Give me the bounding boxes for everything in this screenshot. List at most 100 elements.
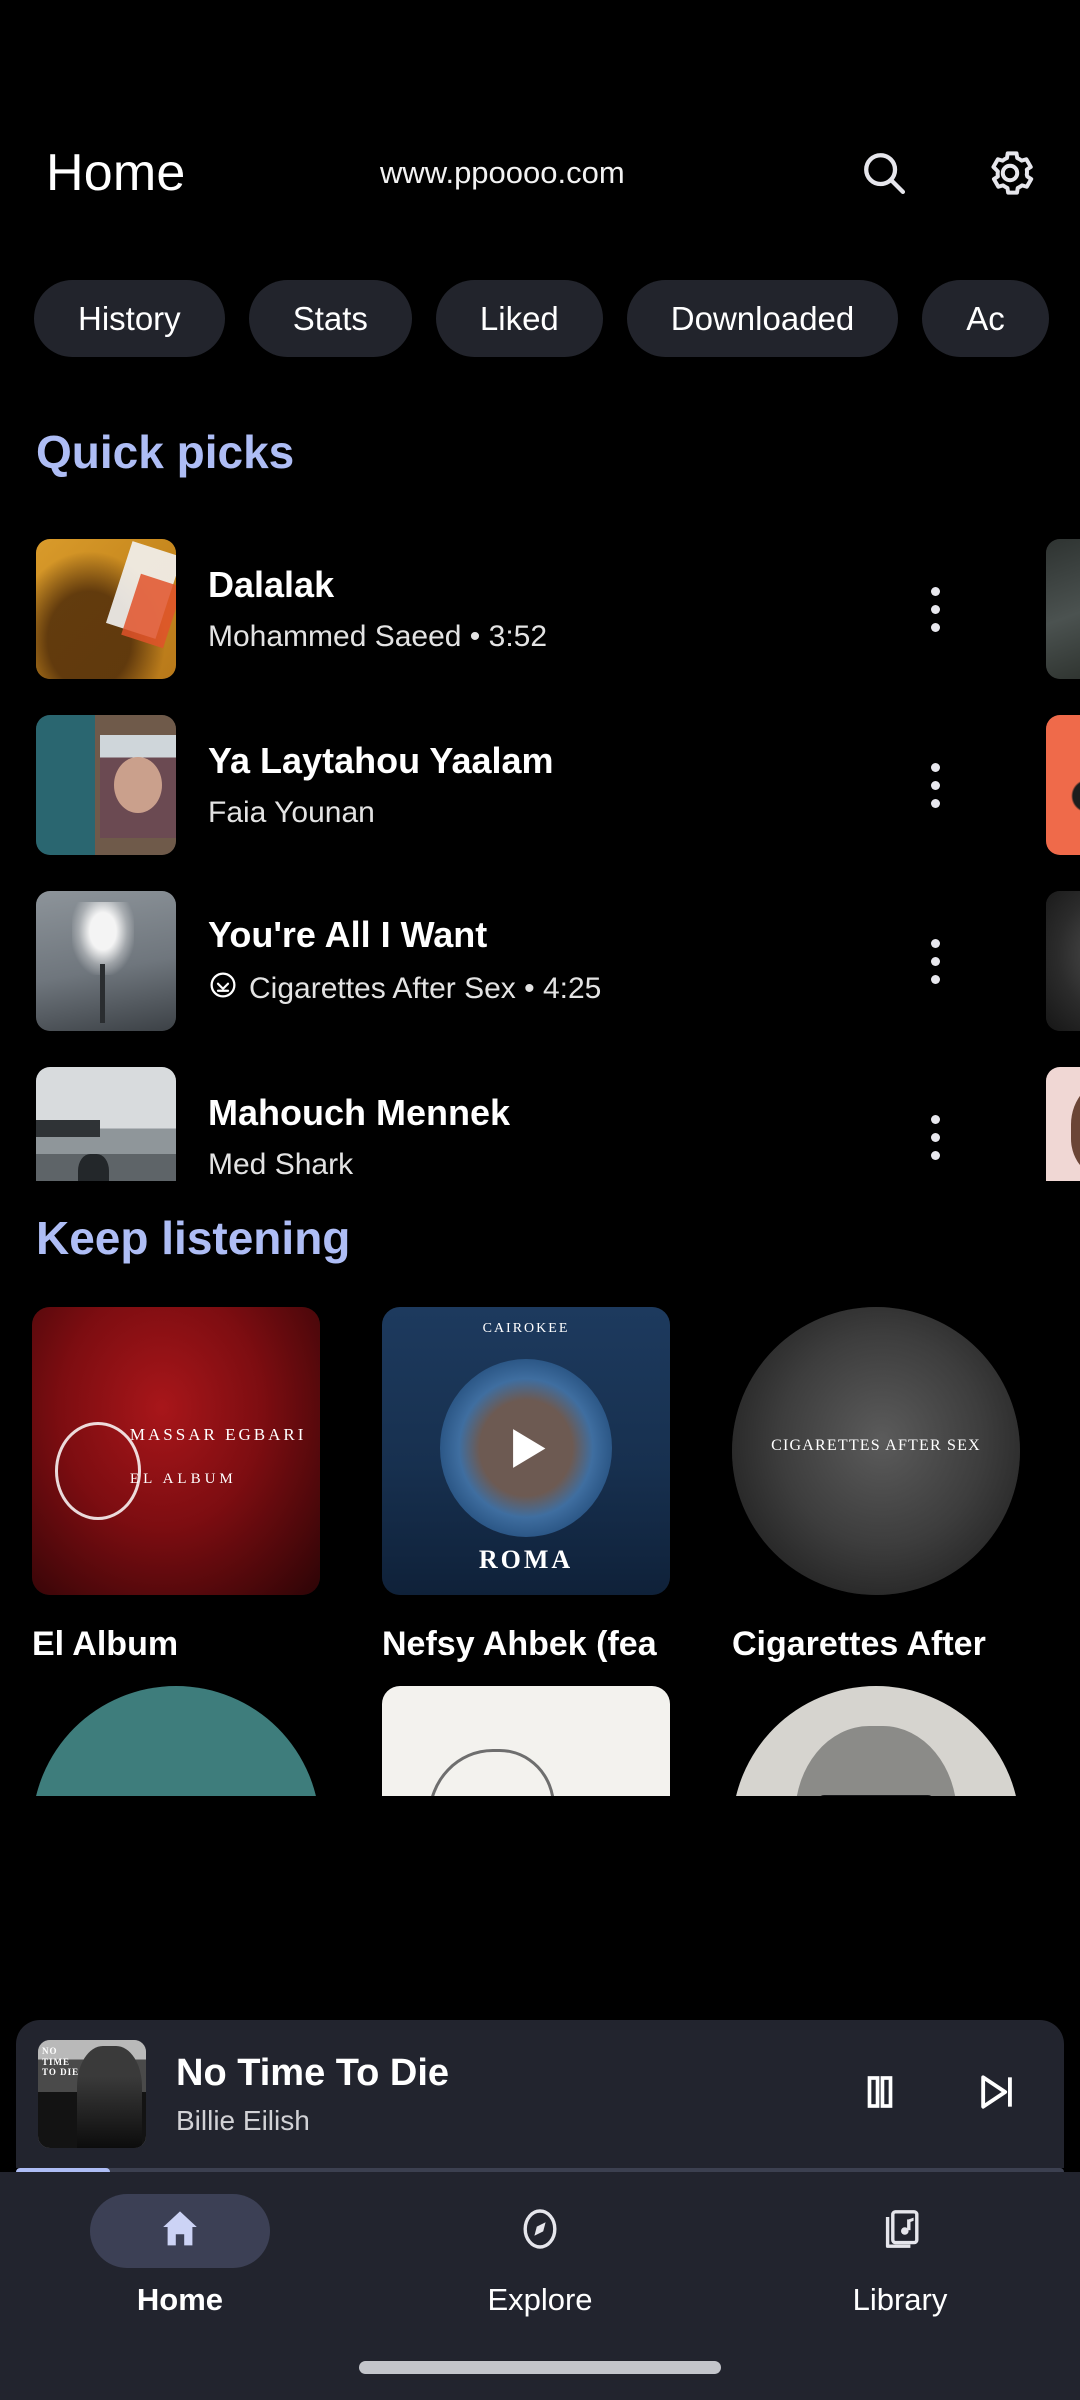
nav-label-explore: Explore	[487, 2282, 593, 2317]
track-overflow-menu-button[interactable]	[896, 570, 974, 648]
album-art-line-1: CIGARETTES AFTER SEX	[771, 1436, 981, 1454]
track-subtitle-text: Faia Younan	[208, 796, 375, 830]
album-art	[382, 1686, 670, 1796]
quick-picks-heading: Quick picks	[36, 426, 295, 478]
album-art-line-2: ROMA	[478, 1544, 574, 1574]
album-card[interactable]: CAIROKEE ROMA Nefsy Ahbek (fea	[382, 1307, 732, 1664]
track-subtitle: Cigarettes After Sex • 4:25	[208, 970, 896, 1008]
album-card[interactable]: MASSAR EGBARI EL ALBUM El Album	[32, 1307, 382, 1664]
nav-icon-wrap	[810, 2194, 990, 2268]
nav-item-explore[interactable]: Explore	[420, 2194, 660, 2318]
table-row[interactable]	[1010, 521, 1080, 697]
nav-icon-wrap	[450, 2194, 630, 2268]
now-playing-meta: No Time To Die Billie Eilish	[146, 2052, 848, 2137]
table-row[interactable]	[1010, 1049, 1080, 1181]
chip-liked[interactable]: Liked	[435, 280, 603, 357]
search-button[interactable]	[856, 145, 912, 201]
album-card[interactable]	[382, 1686, 732, 1796]
album-card[interactable]	[732, 1686, 1080, 1796]
gesture-home-indicator	[359, 2361, 721, 2374]
table-row[interactable]: Dalalak Mohammed Saeed • 3:52	[0, 521, 1010, 697]
album-art: CIGARETTES AFTER SEX	[732, 1307, 1020, 1595]
table-row[interactable]: You're All I Want Cigarettes After Sex •…	[0, 873, 1010, 1049]
track-overflow-menu-button[interactable]	[896, 746, 974, 824]
chip-downloaded[interactable]: Downloaded	[626, 280, 899, 357]
track-subtitle: Mohammed Saeed • 3:52	[208, 620, 896, 654]
app-screen: Home www.ppoooo.com History Stats Liked …	[0, 0, 1080, 2400]
album-art	[1046, 1067, 1080, 1181]
track-meta: Mahouch Mennek Med Shark	[176, 1092, 896, 1181]
now-playing-art-text: NO TIME TO DIE	[42, 2046, 80, 2078]
track-subtitle: Faia Younan	[208, 796, 896, 830]
chip-account[interactable]: Ac	[922, 280, 1049, 357]
track-subtitle-text: Mohammed Saeed • 3:52	[208, 620, 548, 654]
table-row[interactable]	[1010, 697, 1080, 873]
keep-listening-heading: Keep listening	[36, 1212, 351, 1264]
quick-picks-column-2	[1010, 521, 1080, 1181]
album-art-line-2: EL ALBUM	[129, 1471, 237, 1488]
download-done-icon	[208, 970, 238, 1008]
table-row[interactable]: Mahouch Mennek Med Shark	[0, 1049, 1010, 1181]
more-vertical-icon	[930, 762, 940, 772]
track-title: Ya Laytahou Yaalam	[208, 739, 554, 781]
album-card[interactable]: CIGARETTES AFTER SEX Cigarettes After	[732, 1307, 1080, 1664]
now-playing-art: NO TIME TO DIE	[38, 2040, 146, 2148]
album-art	[36, 1067, 176, 1181]
status-bar-spacer	[0, 0, 1080, 118]
album-card-label: El Album	[32, 1625, 179, 1663]
more-vertical-icon	[930, 798, 940, 808]
more-vertical-icon	[930, 938, 940, 948]
gear-icon	[982, 145, 1038, 201]
compass-icon	[516, 2205, 564, 2258]
mini-player[interactable]: NO TIME TO DIE No Time To Die Billie Eil…	[16, 2020, 1064, 2168]
play-icon[interactable]	[495, 1418, 557, 1485]
album-art	[1046, 715, 1080, 855]
track-subtitle-text: Med Shark	[208, 1148, 354, 1181]
skip-next-icon	[974, 2070, 1018, 2119]
album-art	[32, 1686, 320, 1796]
settings-button[interactable]	[982, 145, 1038, 201]
track-meta: You're All I Want Cigarettes After Sex •…	[176, 914, 896, 1008]
more-vertical-icon	[930, 604, 940, 614]
album-art	[732, 1686, 1020, 1796]
more-vertical-icon	[930, 956, 940, 966]
filter-chips-row[interactable]: History Stats Liked Downloaded Ac	[0, 280, 1080, 357]
chip-stats[interactable]: Stats	[248, 280, 412, 357]
table-row[interactable]: Ya Laytahou Yaalam Faia Younan	[0, 697, 1010, 873]
next-track-button[interactable]	[964, 2062, 1028, 2126]
nav-active-indicator	[90, 2194, 270, 2268]
album-art	[1046, 891, 1080, 1031]
quick-picks-carousel[interactable]: Dalalak Mohammed Saeed • 3:52 Ya Laytaho…	[0, 521, 1080, 1181]
keep-listening-row-2[interactable]	[0, 1686, 1080, 1796]
quick-picks-column-1: Dalalak Mohammed Saeed • 3:52 Ya Laytaho…	[0, 521, 1010, 1181]
chip-history[interactable]: History	[34, 280, 225, 357]
now-playing-artist: Billie Eilish	[176, 2104, 310, 2136]
more-vertical-icon	[930, 1132, 940, 1142]
album-art: MASSAR EGBARI EL ALBUM	[32, 1307, 320, 1595]
keep-listening-row-1[interactable]: MASSAR EGBARI EL ALBUM El Album CAIROKEE…	[0, 1307, 1080, 1664]
search-icon	[857, 146, 911, 200]
album-card-label: Cigarettes After	[732, 1625, 986, 1663]
header-actions	[856, 145, 1038, 201]
album-card[interactable]	[32, 1686, 382, 1796]
pause-icon	[859, 2071, 901, 2118]
nav-item-home[interactable]: Home	[60, 2194, 300, 2318]
nav-label-library: Library	[852, 2282, 948, 2317]
track-overflow-menu-button[interactable]	[896, 922, 974, 1000]
track-overflow-menu-button[interactable]	[896, 1098, 974, 1176]
album-card-label: Nefsy Ahbek (fea	[382, 1625, 657, 1663]
table-row[interactable]	[1010, 873, 1080, 1049]
nav-item-library[interactable]: Library	[780, 2194, 1020, 2318]
nav-label-home: Home	[136, 2282, 224, 2317]
app-header: Home www.ppoooo.com	[0, 118, 1080, 228]
album-art	[1046, 539, 1080, 679]
more-vertical-icon	[930, 1150, 940, 1160]
more-vertical-icon	[930, 974, 940, 984]
track-title: Dalalak	[208, 563, 335, 605]
page-title: Home	[46, 144, 186, 202]
track-meta: Dalalak Mohammed Saeed • 3:52	[176, 564, 896, 654]
track-meta: Ya Laytahou Yaalam Faia Younan	[176, 740, 896, 830]
more-vertical-icon	[930, 780, 940, 790]
more-vertical-icon	[930, 1114, 940, 1124]
pause-button[interactable]	[848, 2062, 912, 2126]
